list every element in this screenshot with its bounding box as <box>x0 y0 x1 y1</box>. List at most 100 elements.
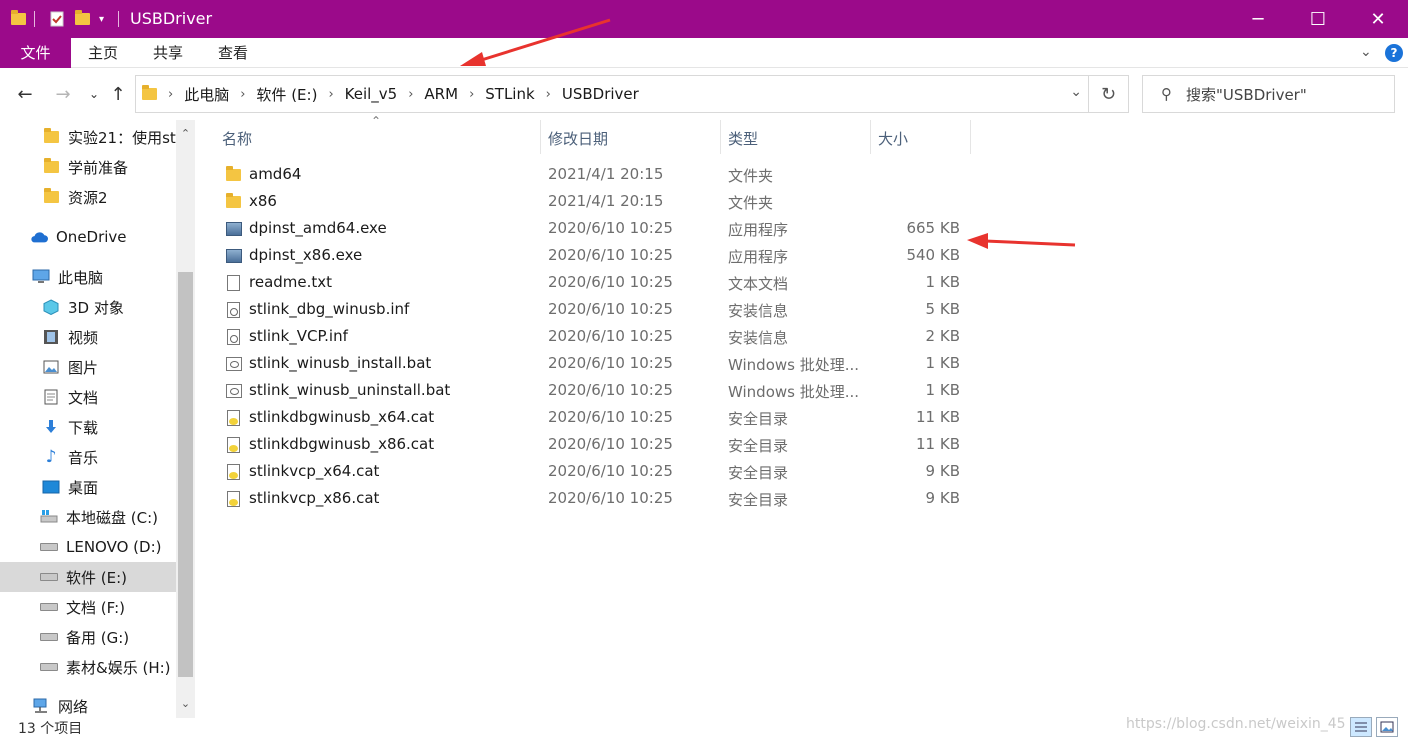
sidebar-item-drive-g[interactable]: 备用 (G:) <box>0 622 176 652</box>
file-row[interactable]: stlinkdbgwinusb_x86.cat 2020/6/10 10:25 安全… <box>222 431 982 458</box>
crumb-usbdriver[interactable]: USBDriver <box>556 85 645 103</box>
maximize-button[interactable]: ☐ <box>1288 0 1348 38</box>
sidebar-item-onedrive[interactable]: OneDrive <box>0 222 176 252</box>
file-row[interactable]: stlink_winusb_uninstall.bat 2020/6/10 10:… <box>222 377 982 404</box>
scrollbar-thumb[interactable] <box>178 272 193 677</box>
crumb-keil[interactable]: Keil_v5 <box>339 85 404 103</box>
sidebar-item-downloads[interactable]: 下载 <box>0 412 176 442</box>
file-date: 2020/6/10 10:25 <box>548 462 673 480</box>
sidebar-item-pictures[interactable]: 图片 <box>0 352 176 382</box>
chevron-right-icon[interactable]: › <box>163 87 178 102</box>
file-row[interactable]: stlinkdbgwinusb_x64.cat 2020/6/10 10:25 安全… <box>222 404 982 431</box>
expand-ribbon-icon[interactable]: ⌄ <box>1360 44 1372 60</box>
file-row[interactable]: dpinst_amd64.exe 2020/6/10 10:25 应用程序 665 K… <box>222 215 982 242</box>
tab-file[interactable]: 文件 <box>0 38 71 68</box>
chevron-right-icon[interactable]: › <box>235 87 250 102</box>
tab-view[interactable]: 查看 <box>210 38 256 68</box>
sidebar-item-label: 视频 <box>68 328 99 347</box>
folder-icon <box>225 192 242 210</box>
chevron-down-icon[interactable]: ⌄ <box>1070 84 1082 100</box>
sidebar-item-videos[interactable]: 视频 <box>0 322 176 352</box>
sidebar-item-drive-h[interactable]: 素材&娱乐 (H:) <box>0 652 176 682</box>
address-bar[interactable]: › 此电脑 › 软件 (E:) › Keil_v5 › ARM › STLink… <box>135 75 1089 113</box>
file-row[interactable]: stlink_dbg_winusb.inf 2020/6/10 10:25 安装信息… <box>222 296 982 323</box>
column-divider[interactable] <box>720 120 721 154</box>
drive-icon <box>40 599 58 615</box>
file-row[interactable]: dpinst_x86.exe 2020/6/10 10:25 应用程序 540 KB <box>222 242 982 269</box>
navigation-pane: 实验21：使用stc 学前准备 资源2 OneDrive 此电脑 3D 对象 视… <box>0 120 176 720</box>
column-divider[interactable] <box>870 120 871 154</box>
file-row[interactable]: stlink_VCP.inf 2020/6/10 10:25 安装信息 2 KB <box>222 323 982 350</box>
sidebar-item-drive-d[interactable]: LENOVO (D:) <box>0 532 176 562</box>
bat-file-icon <box>225 355 242 372</box>
sidebar-item-experiment21[interactable]: 实验21：使用stc <box>0 122 176 152</box>
file-date: 2020/6/10 10:25 <box>548 354 673 372</box>
file-row[interactable]: readme.txt 2020/6/10 10:25 文本文档 1 KB <box>222 269 982 296</box>
file-row[interactable]: stlink_winusb_install.bat 2020/6/10 10:25… <box>222 350 982 377</box>
sidebar-item-label: 学前准备 <box>68 158 129 177</box>
column-header-type[interactable]: 类型 <box>728 128 758 162</box>
help-icon[interactable]: ? <box>1385 44 1403 62</box>
file-date: 2020/6/10 10:25 <box>548 408 673 426</box>
chevron-right-icon[interactable]: › <box>323 87 338 102</box>
scroll-up-icon[interactable]: ⌃ <box>176 124 195 144</box>
sidebar-item-this-pc[interactable]: 此电脑 <box>0 262 176 292</box>
properties-icon[interactable] <box>49 9 65 29</box>
sidebar-item-drive-c[interactable]: 本地磁盘 (C:) <box>0 502 176 532</box>
forward-button[interactable]: → <box>49 80 77 108</box>
video-icon <box>42 329 60 345</box>
folder-icon <box>42 158 60 175</box>
sidebar-item-label: OneDrive <box>56 228 127 246</box>
sidebar-item-music[interactable]: ♪ 音乐 <box>0 442 176 472</box>
column-divider[interactable] <box>970 120 971 154</box>
file-row[interactable]: stlinkvcp_x64.cat 2020/6/10 10:25 安全目录 9 KB <box>222 458 982 485</box>
file-type: 安装信息 <box>728 329 789 347</box>
file-type: 应用程序 <box>728 221 789 239</box>
sidebar-item-label: 此电脑 <box>58 268 104 287</box>
file-row[interactable]: amd64 2021/4/1 20:15 文件夹 <box>222 161 982 188</box>
refresh-button[interactable]: ↻ <box>1089 75 1129 113</box>
sidebar-item-drive-e[interactable]: 软件 (E:) <box>0 562 176 592</box>
crumb-arm[interactable]: ARM <box>418 85 464 103</box>
chevron-right-icon[interactable]: › <box>464 87 479 102</box>
file-row[interactable]: x86 2021/4/1 20:15 文件夹 <box>222 188 982 215</box>
back-button[interactable]: ← <box>11 80 39 108</box>
sidebar-scrollbar[interactable]: ⌃ ⌄ <box>176 120 195 718</box>
file-row[interactable]: stlinkvcp_x86.cat 2020/6/10 10:25 安全目录 9 KB <box>222 485 982 512</box>
large-icons-view-button[interactable] <box>1376 717 1398 737</box>
sidebar-item-label: 素材&娱乐 (H:) <box>66 658 171 677</box>
file-name: amd64 <box>249 165 302 183</box>
sidebar-item-documents[interactable]: 文档 <box>0 382 176 412</box>
sidebar-item-desktop[interactable]: 桌面 <box>0 472 176 502</box>
search-placeholder: 搜索"USBDriver" <box>1186 85 1307 104</box>
crumb-this-pc[interactable]: 此电脑 <box>178 84 235 105</box>
sidebar-item-resource2[interactable]: 资源2 <box>0 182 176 212</box>
crumb-stlink[interactable]: STLink <box>479 85 540 103</box>
column-header-size[interactable]: 大小 <box>878 128 908 162</box>
column-header-name[interactable]: 名称 <box>222 128 252 162</box>
scroll-down-icon[interactable]: ⌄ <box>176 694 195 714</box>
details-view-button[interactable] <box>1350 717 1372 737</box>
column-header-date[interactable]: 修改日期 <box>548 128 608 162</box>
column-divider[interactable] <box>540 120 541 154</box>
search-input[interactable]: ⚲ 搜索"USBDriver" <box>1142 75 1395 113</box>
sidebar-item-label: 软件 (E:) <box>66 568 128 587</box>
file-type: 文本文档 <box>728 275 789 293</box>
up-button[interactable]: ↑ <box>104 80 132 108</box>
file-date: 2021/4/1 20:15 <box>548 165 664 183</box>
crumb-drive-e[interactable]: 软件 (E:) <box>250 84 323 105</box>
chevron-right-icon[interactable]: › <box>403 87 418 102</box>
sidebar-item-network[interactable]: 网络 <box>0 691 176 720</box>
close-button[interactable]: ✕ <box>1348 0 1408 38</box>
chevron-right-icon[interactable]: › <box>541 87 556 102</box>
sidebar-item-drive-f[interactable]: 文档 (F:) <box>0 592 176 622</box>
sidebar-item-preparation[interactable]: 学前准备 <box>0 152 176 182</box>
tab-home[interactable]: 主页 <box>80 38 126 68</box>
minimize-button[interactable]: ─ <box>1228 0 1288 38</box>
customize-toolbar-icon[interactable]: ▾ <box>99 9 104 29</box>
sidebar-item-label: 文档 <box>68 388 99 407</box>
tab-share[interactable]: 共享 <box>145 38 191 68</box>
new-folder-icon[interactable] <box>75 9 90 29</box>
sidebar-item-3d-objects[interactable]: 3D 对象 <box>0 292 176 322</box>
file-type: 安全目录 <box>728 410 789 428</box>
